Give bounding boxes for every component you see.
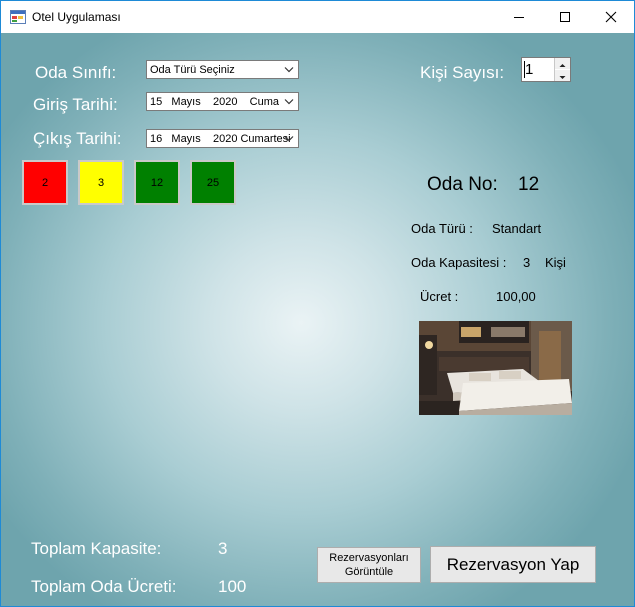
checkout-date-picker[interactable]: 16 Mayıs 2020 Cumartesi (146, 129, 299, 148)
title-bar: Otel Uygulaması (1, 1, 634, 33)
capacity-label: Oda Kapasitesi : (411, 255, 507, 270)
spin-down-button[interactable] (555, 70, 570, 81)
room-button-12[interactable]: 12 (134, 160, 180, 205)
window-title: Otel Uygulaması (32, 10, 121, 24)
room-number: 12 (150, 176, 164, 189)
capacity-unit: Kişi (545, 255, 566, 270)
app-window: Otel Uygulaması Oda Sınıfı: Oda Türü Seç… (0, 0, 635, 607)
stepper-buttons (554, 58, 570, 81)
total-capacity-label: Toplam Kapasite: (31, 539, 162, 558)
maximize-icon (560, 12, 570, 22)
person-count-stepper[interactable]: 1 (521, 57, 571, 82)
spin-down-icon (559, 76, 566, 79)
person-count-label: Kişi Sayısı: (420, 63, 505, 82)
checkout-value: 16 Mayıs 2020 Cumartesi (150, 133, 291, 145)
chevron-down-icon (284, 136, 294, 142)
room-no-value: 12 (518, 174, 540, 195)
maximize-button[interactable] (542, 1, 588, 33)
price-value: 100,00 (496, 289, 536, 304)
room-button-2[interactable]: 2 (22, 160, 68, 205)
room-type-label: Oda Türü : (411, 221, 473, 236)
room-no-label: Oda No: (427, 174, 498, 195)
view-reservations-button[interactable]: Rezervasyonları Görüntüle (317, 547, 421, 583)
room-photo (419, 321, 572, 415)
minimize-button[interactable] (496, 1, 542, 33)
close-button[interactable] (588, 1, 634, 33)
main-form: Oda Sınıfı: Oda Türü Seçiniz Giriş Tarih… (1, 33, 634, 606)
make-reservation-label: Rezervasyon Yap (446, 555, 580, 574)
checkin-value: 15 Mayıs 2020 Cuma (150, 96, 280, 108)
minimize-icon (514, 17, 524, 18)
room-class-label: Oda Sınıfı: (35, 63, 117, 82)
person-count-value[interactable]: 1 (525, 61, 533, 78)
checkin-label: Giriş Tarihi: (33, 95, 118, 114)
total-price-label: Toplam Oda Ücreti: (31, 577, 177, 596)
view-reservations-line1: Rezervasyonları (329, 552, 409, 564)
room-type-value: Standart (492, 221, 542, 236)
room-button-3[interactable]: 3 (78, 160, 124, 205)
room-number: 2 (41, 176, 49, 189)
checkout-label: Çıkış Tarihi: (33, 129, 122, 148)
room-class-select[interactable]: Oda Türü Seçiniz (146, 60, 299, 79)
capacity-value: 3 (523, 255, 531, 270)
price-label: Ücret : (420, 289, 459, 304)
room-number: 3 (97, 176, 105, 189)
total-capacity-value: 3 (218, 539, 228, 558)
total-price-value: 100 (218, 577, 247, 596)
room-class-value: Oda Türü Seçiniz (150, 64, 235, 76)
app-window-icon (10, 10, 26, 24)
make-reservation-button[interactable]: Rezervasyon Yap (430, 546, 596, 583)
checkin-date-picker[interactable]: 15 Mayıs 2020 Cuma (146, 92, 299, 111)
chevron-down-icon (284, 99, 294, 105)
chevron-down-icon (284, 67, 294, 73)
spin-up-button[interactable] (555, 58, 570, 69)
view-reservations-line2: Görüntüle (344, 566, 394, 578)
room-number: 25 (206, 176, 220, 189)
close-icon (605, 11, 617, 23)
room-button-25[interactable]: 25 (190, 160, 236, 205)
